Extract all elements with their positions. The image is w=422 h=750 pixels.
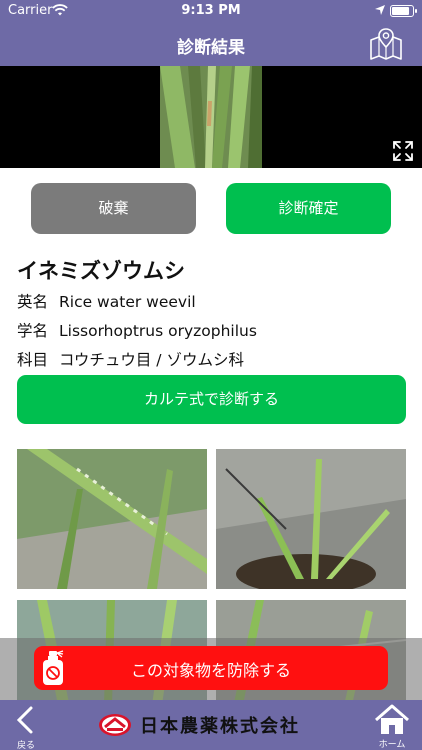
taxonomy-label: 科目 [17, 351, 49, 369]
reference-photo[interactable] [216, 449, 406, 589]
nav-bar: 診断結果 [0, 22, 422, 66]
chevron-left-icon [16, 706, 33, 734]
reference-photo[interactable] [17, 449, 207, 589]
clock: 9:13 PM [181, 3, 241, 18]
scientific-name-row: 学名 Lissorhoptrus oryzophilus [17, 319, 257, 341]
home-label: ホーム [378, 740, 406, 750]
brand-name: 日本農薬株式会社 [140, 716, 300, 737]
back-button[interactable]: 戻る [10, 704, 42, 750]
discard-button[interactable]: 破棄 [31, 183, 196, 234]
captured-photo[interactable] [160, 66, 262, 168]
english-name-label: 英名 [17, 293, 49, 311]
battery-level [392, 7, 410, 15]
page-title: 診断結果 [177, 38, 245, 58]
prevent-button-label: この対象物を防除する [130, 661, 291, 680]
brand-logo: 日本農薬株式会社 [98, 709, 328, 741]
english-name-row: 英名 Rice water weevil [17, 290, 196, 312]
taxonomy-row: 科目 コウチュウ目 / ゾウムシ科 [17, 348, 244, 370]
prevent-pest-button[interactable]: この対象物を防除する [34, 646, 388, 690]
home-icon [375, 704, 409, 734]
english-name-value: Rice water weevil [59, 293, 196, 311]
footer-bar: 戻る 日本農薬株式会社 ホーム [0, 700, 422, 750]
expand-icon[interactable] [392, 140, 414, 162]
karte-diagnosis-button[interactable]: カルテ式で診断する [17, 375, 406, 424]
battery-icon [390, 5, 417, 17]
species-name: イネミズゾウムシ [17, 259, 185, 283]
confirm-diagnosis-button[interactable]: 診断確定 [226, 183, 391, 234]
map-pin-icon[interactable] [368, 26, 404, 62]
back-label: 戻る [16, 741, 35, 750]
taxonomy-value: コウチュウ目 / ゾウムシ科 [59, 351, 244, 369]
home-button[interactable]: ホーム [372, 703, 412, 750]
location-arrow-icon [375, 5, 385, 15]
captured-photo-area [0, 66, 422, 168]
company-logo-icon [99, 714, 131, 736]
scientific-name-value: Lissorhoptrus oryzophilus [59, 322, 257, 340]
status-bar: Carrier 9:13 PM [0, 0, 422, 22]
scientific-name-label: 学名 [17, 322, 49, 340]
